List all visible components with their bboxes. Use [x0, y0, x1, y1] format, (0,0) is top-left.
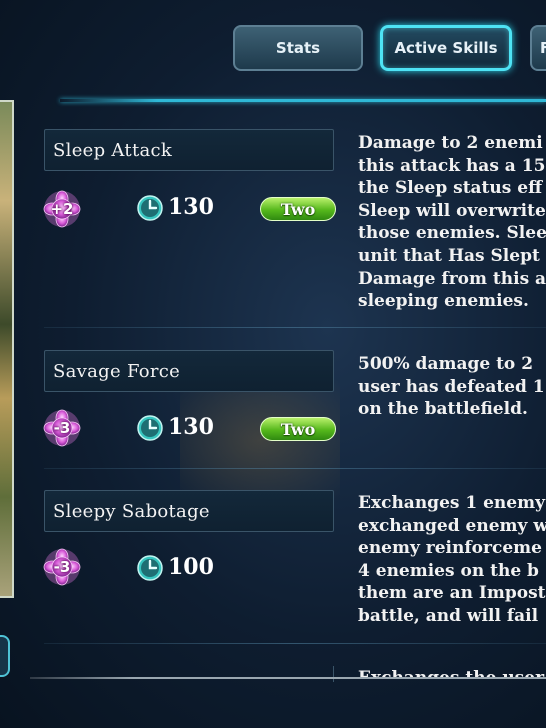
row-divider — [44, 643, 546, 644]
description-line: enemy reinforceme — [358, 538, 542, 559]
description-line: the Sleep status eff — [358, 178, 543, 199]
skill-level-badge-text: +2 — [50, 200, 74, 218]
skill-name: Sleepy Sabotage — [44, 490, 334, 532]
skill-cost: 130 — [168, 194, 214, 220]
description-line: those enemies. Slee — [358, 223, 546, 244]
clock-icon — [137, 195, 163, 221]
skill-level-badge-text: -3 — [53, 558, 71, 576]
skill-level-badge-text: -3 — [53, 419, 71, 437]
skill-description-partial: Exchanges the user — [358, 667, 546, 677]
description-line: Damage to 2 enemi — [358, 133, 543, 153]
description-line: them are an Impost — [358, 583, 546, 604]
tab-next[interactable]: F — [530, 25, 546, 71]
skill-target-badge: Two — [260, 197, 336, 221]
row-divider — [44, 327, 546, 328]
description-line: unit that Has Slept — [358, 245, 540, 266]
description-line: Exchanges 1 enemy — [358, 493, 545, 513]
skill-level-badge: -3 — [43, 548, 81, 586]
description-line: sleeping enemies. — [358, 291, 529, 312]
skill-target-badge: Two — [260, 417, 336, 441]
tab-underline — [60, 99, 546, 102]
skill-name: Savage Force — [44, 350, 334, 392]
description-line: 4 enemies on the b — [358, 560, 539, 581]
next-skill-name-box — [333, 666, 334, 682]
skill-level-badge: -3 — [43, 409, 81, 447]
description-line: on the battlefield. — [358, 399, 528, 420]
skill-cost: 100 — [168, 554, 214, 580]
description-line: Exchanges the user — [358, 667, 546, 677]
description-line: Sleep will overwrite — [358, 200, 546, 221]
tab-active-skills[interactable]: Active Skills — [380, 25, 512, 71]
row-divider — [44, 468, 546, 469]
skill-cost: 130 — [168, 414, 214, 440]
description-line: this attack has a 15 — [358, 155, 546, 176]
description-line: user has defeated 1 — [358, 376, 545, 397]
skill-description: Damage to 2 enemi this attack has a 15 t… — [358, 132, 546, 313]
skill-description: Exchanges 1 enemy exchanged enemy w enem… — [358, 492, 546, 628]
tab-stats[interactable]: Stats — [233, 25, 363, 71]
panel-bottom-border — [30, 677, 546, 679]
description-line: battle, and will fail — [358, 605, 539, 626]
clock-icon — [137, 415, 163, 441]
character-portrait[interactable] — [0, 100, 14, 598]
side-back-button[interactable] — [0, 635, 10, 677]
clock-icon — [137, 555, 163, 581]
description-line: Damage from this a — [358, 268, 546, 289]
skill-description: 500% damage to 2 user has defeated 1 on … — [358, 353, 546, 421]
description-line: exchanged enemy w — [358, 515, 546, 536]
skill-level-badge: +2 — [43, 190, 81, 228]
skill-name: Sleep Attack — [44, 129, 334, 171]
description-line: 500% damage to 2 — [358, 354, 534, 374]
